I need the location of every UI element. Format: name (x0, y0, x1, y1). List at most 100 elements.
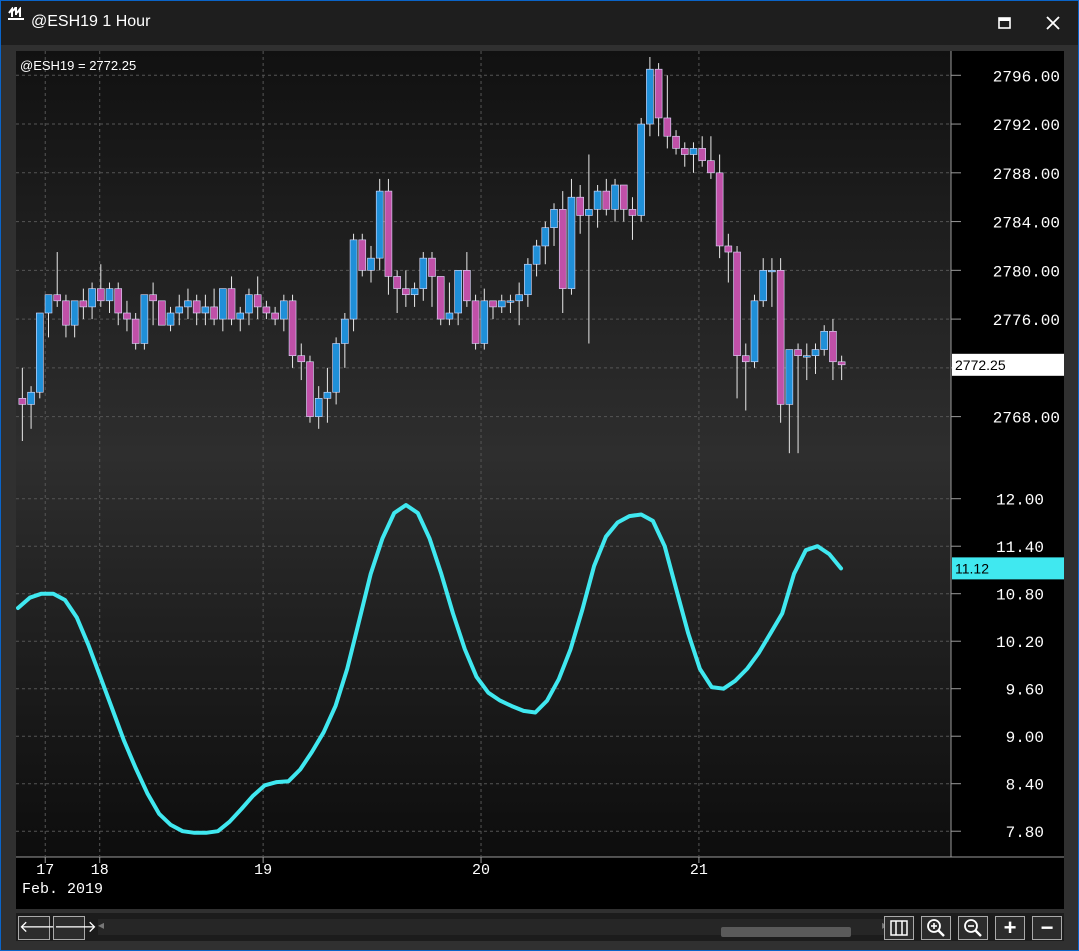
candle-up (768, 270, 776, 273)
x-tick-label: 18 (91, 862, 109, 879)
candle-down (158, 300, 166, 326)
maximize-button[interactable] (985, 7, 1025, 39)
app-logo-icon (8, 7, 24, 20)
indicator-tick-label: 12.00 (996, 492, 1044, 510)
candle-up (105, 288, 114, 302)
zoom-out-button[interactable] (958, 916, 988, 940)
candle-down (680, 148, 689, 155)
candle-up (184, 300, 192, 308)
scroll-left-arrow[interactable]: ◂ (98, 918, 104, 932)
zoom-in-button[interactable] (921, 916, 951, 940)
candle-up (140, 294, 149, 344)
price-tick-label: 2796.00 (993, 68, 1060, 86)
candle-down (192, 300, 201, 314)
candle-down (393, 276, 401, 289)
candle-up (236, 312, 245, 320)
last-price-label: 2772.25 (955, 357, 1006, 373)
candle-up (219, 288, 227, 320)
candle-down (297, 355, 306, 363)
increase-bars-button[interactable]: + (995, 916, 1025, 940)
data-window-button[interactable] (884, 916, 914, 940)
back-button[interactable]: 🡐 (18, 916, 62, 940)
x-tick-label: 21 (690, 862, 708, 879)
candle-down (210, 306, 218, 320)
candle-down (837, 361, 846, 366)
candle-up (802, 355, 811, 358)
candle-up (646, 68, 654, 125)
candle-up (637, 123, 645, 216)
candle-down (794, 349, 802, 356)
close-button[interactable] (1033, 7, 1073, 39)
candle-down (715, 172, 724, 247)
chart-window: @ESH19 1 Hour 17 18 19 20 21 Feb. 2019 2… (0, 0, 1079, 951)
symbol-price-label: @ESH19 = 2772.25 (20, 58, 136, 73)
candle-down (776, 270, 785, 405)
candle-up (36, 312, 44, 393)
candle-up (280, 300, 288, 320)
candle-up (506, 300, 515, 303)
horizontal-scrollbar[interactable]: ◂ ▸ (98, 918, 888, 937)
candle-down (97, 288, 105, 302)
candle-down (619, 184, 628, 210)
candle-up (70, 300, 79, 326)
title-bar: @ESH19 1 Hour (1, 1, 1078, 45)
candle-down (62, 300, 70, 326)
candle-up (750, 300, 759, 363)
decrease-bars-button[interactable]: − (1032, 916, 1062, 940)
candle-up (44, 294, 53, 314)
candle-down (53, 294, 62, 302)
price-tick-label: 2780.00 (993, 263, 1060, 281)
candle-up (341, 318, 349, 344)
candle-up (550, 209, 558, 228)
candle-down (123, 312, 131, 320)
candle-down (698, 148, 706, 161)
candle-down (384, 190, 393, 277)
x-axis-month-label: Feb. 2019 (22, 881, 103, 898)
candle-down (358, 239, 367, 271)
candle-up (367, 257, 375, 271)
last-indicator-label: 11.12 (955, 560, 989, 576)
time-axis-background (16, 857, 1064, 909)
close-icon (1046, 16, 1060, 30)
indicator-tick-label: 8.40 (1006, 777, 1044, 795)
indicator-tick-label: 7.80 (1006, 824, 1044, 842)
candle-down (79, 300, 88, 308)
candle-up (532, 245, 541, 265)
chart-canvas[interactable]: 17 18 19 20 21 Feb. 2019 2796.00 2792.00 2788.00… (16, 51, 1064, 909)
candle-down (741, 355, 750, 363)
forward-button[interactable]: 🡒 (53, 916, 97, 940)
candle-down (271, 312, 279, 320)
candle-up (88, 288, 96, 308)
indicator-tick-label: 9.00 (1006, 729, 1044, 747)
candle-up (445, 312, 454, 320)
indicator-tick-label: 9.60 (1006, 682, 1044, 700)
scrollbar-thumb[interactable] (721, 927, 851, 937)
candle-up (515, 294, 523, 302)
candle-down (306, 361, 314, 417)
candle-up (480, 300, 489, 344)
candle-down (463, 270, 471, 302)
candle-up (245, 294, 253, 314)
candle-down (654, 68, 663, 119)
candle-up (454, 270, 462, 314)
candle-up (27, 391, 35, 405)
columns-icon (890, 920, 908, 936)
price-tick-label: 2788.00 (993, 166, 1060, 184)
candle-down (576, 196, 584, 216)
candle-down (489, 300, 497, 308)
candle-up (410, 288, 419, 296)
price-tick-label: 2792.00 (993, 117, 1060, 135)
candle-up (175, 306, 184, 314)
zoom-out-icon (964, 919, 982, 937)
candle-down (18, 398, 27, 405)
price-tick-label: 2768.00 (993, 410, 1060, 428)
candle-down (402, 288, 410, 296)
candle-up (593, 190, 602, 210)
chart-area[interactable]: 17 18 19 20 21 Feb. 2019 2796.00 2792.00 2788.00… (16, 51, 1064, 909)
candle-up (689, 148, 698, 155)
candle-down (428, 257, 436, 277)
x-tick-label: 17 (36, 862, 54, 879)
candle-up (811, 349, 820, 356)
candle-down (288, 300, 297, 356)
price-tick-label: 2776.00 (993, 312, 1060, 330)
